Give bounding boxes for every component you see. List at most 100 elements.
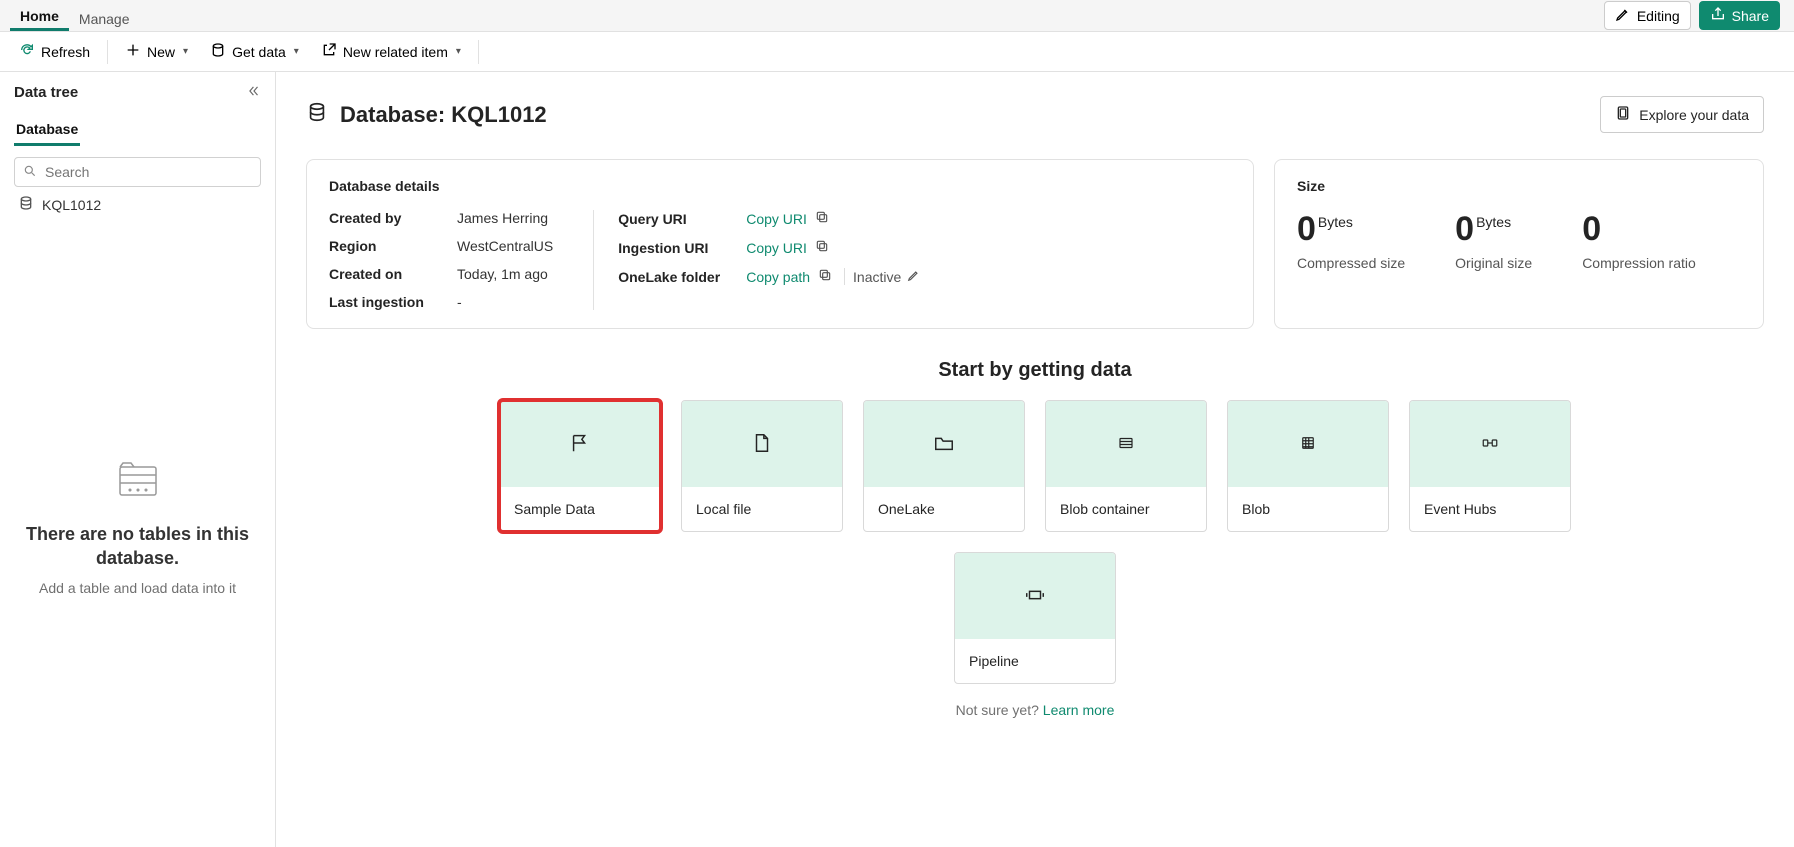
title-prefix: Database:	[340, 102, 445, 127]
chevron-down-icon: ▾	[456, 46, 461, 57]
detail-label: Ingestion URI	[618, 240, 738, 256]
container-icon	[1117, 434, 1135, 455]
ratio-value: 0	[1582, 210, 1601, 249]
external-icon	[321, 42, 337, 61]
copy-query-uri-link[interactable]: Copy URI	[746, 211, 807, 227]
folder-icon	[933, 432, 955, 457]
empty-folder-icon	[24, 461, 251, 502]
get-data-title: Start by getting data	[306, 359, 1764, 382]
pencil-icon	[1615, 6, 1631, 25]
separator	[107, 40, 108, 64]
sidebar-empty-state: There are no tables in this database. Ad…	[14, 461, 261, 597]
search-input[interactable]	[43, 163, 252, 181]
title-dbname: KQL1012	[451, 102, 546, 127]
tile-onelake[interactable]: OneLake	[863, 400, 1025, 532]
compressed-size-metric: 0 Bytes Compressed size	[1297, 210, 1405, 271]
pencil-icon[interactable]	[907, 268, 921, 285]
database-icon	[306, 101, 328, 129]
detail-label: Created on	[329, 266, 449, 282]
page-title: Database: KQL1012	[306, 101, 547, 129]
card-title: Database details	[329, 178, 1231, 194]
tile-label: Pipeline	[955, 639, 1115, 683]
share-button[interactable]: Share	[1699, 1, 1780, 30]
original-name: Original size	[1455, 255, 1532, 271]
blob-icon	[1299, 434, 1317, 455]
card-title: Size	[1297, 178, 1741, 194]
learn-more-link[interactable]: Learn more	[1043, 702, 1115, 718]
refresh-icon	[19, 42, 35, 61]
sidebar-tab-database[interactable]: Database	[14, 115, 80, 146]
search-box[interactable]	[14, 157, 261, 187]
compression-ratio-metric: 0 Compression ratio	[1582, 210, 1696, 271]
tile-local-file[interactable]: Local file	[681, 400, 843, 532]
tile-blob[interactable]: Blob	[1227, 400, 1389, 532]
detail-value: James Herring	[457, 210, 548, 226]
copy-ingestion-uri-link[interactable]: Copy URI	[746, 240, 807, 256]
explore-icon	[1615, 105, 1631, 124]
tile-pipeline[interactable]: Pipeline	[954, 552, 1116, 684]
tile-label: Sample Data	[500, 487, 660, 531]
tab-manage[interactable]: Manage	[69, 5, 140, 31]
tile-label: Blob	[1228, 487, 1388, 531]
copy-onelake-path-link[interactable]: Copy path	[746, 269, 810, 285]
share-label: Share	[1732, 8, 1769, 24]
chevron-down-icon: ▾	[183, 46, 188, 57]
new-button[interactable]: New ▾	[116, 35, 197, 68]
chevron-down-icon: ▾	[294, 46, 299, 57]
size-card: Size 0 Bytes Compressed size 0 Bytes	[1274, 159, 1764, 329]
footer-note: Not sure yet? Learn more	[306, 702, 1764, 718]
ratio-name: Compression ratio	[1582, 255, 1696, 271]
not-sure-label: Not sure yet?	[956, 702, 1039, 718]
event-hubs-icon	[1481, 434, 1499, 455]
editing-button[interactable]: Editing	[1604, 1, 1691, 30]
compressed-unit: Bytes	[1318, 214, 1353, 230]
detail-value: WestCentralUS	[457, 238, 553, 254]
tile-event-hubs[interactable]: Event Hubs	[1409, 400, 1571, 532]
original-size-metric: 0 Bytes Original size	[1455, 210, 1532, 271]
pipeline-icon	[1024, 584, 1046, 609]
inactive-label: Inactive	[853, 269, 901, 285]
database-details-card: Database details Created by James Herrin…	[306, 159, 1254, 329]
original-unit: Bytes	[1476, 214, 1511, 230]
database-icon	[18, 195, 34, 214]
onelake-status: Inactive	[844, 268, 921, 285]
refresh-label: Refresh	[41, 44, 90, 60]
tree-item-database[interactable]: KQL1012	[14, 187, 261, 222]
tile-label: OneLake	[864, 487, 1024, 531]
tile-label: Local file	[682, 487, 842, 531]
detail-label: Created by	[329, 210, 449, 226]
data-in-icon	[210, 42, 226, 61]
copy-icon[interactable]	[815, 239, 829, 256]
detail-value: -	[457, 294, 462, 310]
share-icon	[1710, 6, 1726, 25]
refresh-button[interactable]: Refresh	[10, 35, 99, 68]
empty-title: There are no tables in this database.	[24, 522, 251, 571]
plus-icon	[125, 42, 141, 61]
explore-data-button[interactable]: Explore your data	[1600, 96, 1764, 133]
compressed-value: 0	[1297, 210, 1316, 249]
empty-subtitle: Add a table and load data into it	[24, 580, 251, 596]
get-data-label: Get data	[232, 44, 286, 60]
new-related-button[interactable]: New related item ▾	[312, 35, 470, 68]
tile-blob-container[interactable]: Blob container	[1045, 400, 1207, 532]
tile-label: Blob container	[1046, 487, 1206, 531]
search-icon	[23, 164, 37, 181]
copy-icon[interactable]	[818, 268, 832, 285]
get-data-button[interactable]: Get data ▾	[201, 35, 308, 68]
detail-label: Region	[329, 238, 449, 254]
detail-label: Last ingestion	[329, 294, 449, 310]
separator	[478, 40, 479, 64]
tile-sample-data[interactable]: Sample Data	[499, 400, 661, 532]
compressed-name: Compressed size	[1297, 255, 1405, 271]
copy-icon[interactable]	[815, 210, 829, 227]
tree-item-label: KQL1012	[42, 197, 101, 213]
collapse-icon[interactable]	[247, 84, 261, 101]
top-tabs: Home Manage Editing Share	[0, 0, 1794, 32]
new-related-label: New related item	[343, 44, 448, 60]
tab-home[interactable]: Home	[10, 2, 69, 31]
file-icon	[751, 432, 773, 457]
detail-label: Query URI	[618, 211, 738, 227]
editing-label: Editing	[1637, 8, 1680, 24]
tile-label: Event Hubs	[1410, 487, 1570, 531]
flag-icon	[569, 432, 591, 457]
